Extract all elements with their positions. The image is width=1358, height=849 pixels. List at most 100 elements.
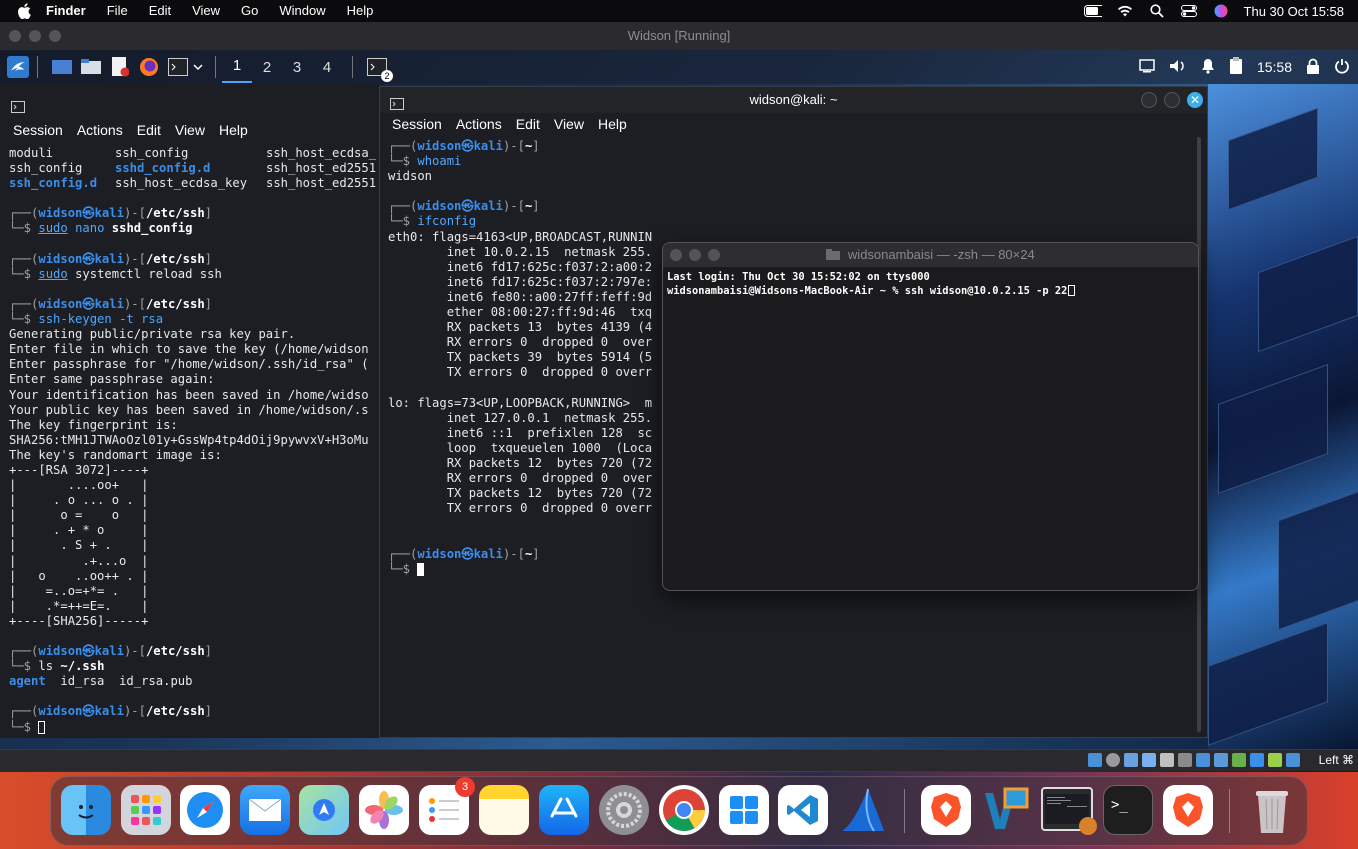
command-line[interactable]: └─$	[9, 720, 376, 735]
screen-icon[interactable]	[1139, 58, 1155, 76]
workspace-4[interactable]: 4	[312, 59, 342, 76]
output-line: TX packets 12 bytes 720 (72	[388, 486, 653, 501]
audio-icon[interactable]	[1124, 753, 1138, 767]
left-terminal-output[interactable]: moduli ssh_config ssh_host_ecdsa_ ssh_conf…	[9, 146, 376, 735]
guest-additions-icon[interactable]	[1250, 753, 1264, 767]
left-terminal-window[interactable]: Session Actions Edit View Help moduli ssh…	[0, 84, 380, 738]
cpu-icon[interactable]	[1232, 753, 1246, 767]
workspace-3[interactable]: 3	[282, 59, 312, 76]
maximize-button[interactable]	[1164, 92, 1180, 108]
firefox-icon[interactable]	[138, 56, 160, 78]
dock-finder-icon[interactable]	[61, 785, 111, 835]
menu-edit[interactable]: Edit	[137, 122, 161, 138]
menu-window[interactable]: Window	[279, 0, 325, 22]
spotlight-search-icon[interactable]	[1148, 4, 1166, 18]
optical-drive-icon[interactable]	[1106, 753, 1120, 767]
dock-virtualbox-icon[interactable]	[981, 785, 1031, 835]
menu-session[interactable]: Session	[13, 122, 63, 138]
battery-icon[interactable]	[1083, 4, 1102, 18]
window-minimize-button[interactable]	[29, 30, 41, 42]
mac-terminal-window[interactable]: widsonambaisi — -zsh — 80×24 Last login:…	[662, 242, 1199, 591]
taskbar-terminal-group[interactable]: 2	[366, 56, 393, 82]
mac-terminal-titlebar: widsonambaisi — -zsh — 80×24	[663, 243, 1198, 267]
chevron-down-icon[interactable]	[191, 56, 205, 78]
menu-actions[interactable]: Actions	[456, 116, 502, 132]
control-center-icon[interactable]	[1180, 4, 1198, 18]
dock-launchpad-icon[interactable]	[121, 785, 171, 835]
kali-menu-icon[interactable]	[7, 56, 29, 78]
dock-mail-icon[interactable]	[240, 785, 290, 835]
close-button[interactable]: ✕	[1187, 92, 1203, 108]
window-close-button[interactable]	[9, 30, 21, 42]
menu-view[interactable]: View	[554, 116, 584, 132]
ssh-command-line[interactable]: widsonambaisi@Widsons-MacBook-Air ~ % ss…	[667, 285, 1194, 299]
menu-view[interactable]: View	[192, 0, 220, 22]
workspace-2[interactable]: 2	[252, 59, 282, 76]
dock-terminal-icon[interactable]: >_	[1103, 785, 1153, 835]
menu-help[interactable]: Help	[598, 116, 627, 132]
clipboard-icon[interactable]	[1229, 56, 1243, 78]
dock-photos-icon[interactable]	[359, 785, 409, 835]
shared-folders-icon[interactable]	[1178, 753, 1192, 767]
output-line: inet6 fd17:625c:f037:2:a00:2	[388, 259, 653, 274]
menu-help[interactable]: Help	[347, 0, 374, 22]
network-icon[interactable]	[1142, 753, 1156, 767]
menu-app-finder[interactable]: Finder	[46, 0, 86, 22]
usb-icon[interactable]	[1160, 753, 1174, 767]
output-line: | ....oo+ |	[9, 478, 149, 493]
terminal-launcher-icon[interactable]	[167, 56, 189, 78]
minimize-button[interactable]	[1141, 92, 1157, 108]
dock-chrome-icon[interactable]	[659, 785, 709, 835]
dock-notes-icon[interactable]	[479, 785, 529, 835]
apple-icon[interactable]	[16, 0, 32, 22]
mouse-integration-icon[interactable]	[1268, 753, 1282, 767]
dock-app-store-icon[interactable]	[539, 785, 589, 835]
power-icon[interactable]	[1334, 58, 1350, 77]
dock-trash-icon[interactable]	[1247, 785, 1297, 835]
dock-safari-icon[interactable]	[180, 785, 230, 835]
menubar-clock[interactable]: Thu 30 Oct 15:58	[1244, 4, 1344, 19]
prompt-line: ┌──(widson㉿kali)-[/etc/ssh]	[9, 644, 212, 659]
window-zoom-button[interactable]	[49, 30, 61, 42]
workspace-1[interactable]: 1	[222, 51, 252, 83]
display-icon[interactable]	[1196, 753, 1210, 767]
dock-brave-beta-icon[interactable]	[1163, 785, 1213, 835]
dock-vscode-icon[interactable]	[778, 785, 828, 835]
mac-terminal-output[interactable]: Last login: Thu Oct 30 15:52:02 on ttys0…	[663, 267, 1198, 302]
window-close-button[interactable]	[670, 249, 682, 261]
dock-reminders-icon[interactable]: 3	[419, 777, 475, 835]
recording-icon[interactable]	[1214, 753, 1228, 767]
siri-icon[interactable]	[1212, 4, 1230, 18]
dock-system-settings-icon[interactable]	[599, 785, 649, 835]
hard-disk-icon[interactable]	[1088, 753, 1102, 767]
wifi-icon[interactable]	[1116, 4, 1134, 18]
show-desktop-icon[interactable]	[51, 56, 73, 78]
menu-actions[interactable]: Actions	[77, 122, 123, 138]
output-line: inet 10.0.2.15 netmask 255.	[388, 244, 653, 259]
dock-windows-app-icon[interactable]	[719, 785, 769, 835]
menu-help[interactable]: Help	[219, 122, 248, 138]
panel-clock[interactable]: 15:58	[1257, 59, 1292, 75]
file-manager-icon[interactable]	[80, 56, 102, 78]
dock-brave-icon[interactable]	[921, 785, 971, 835]
volume-icon[interactable]	[1169, 59, 1187, 76]
command-line[interactable]: └─$	[388, 562, 652, 577]
dock-maps-icon[interactable]	[299, 785, 349, 835]
menu-edit[interactable]: Edit	[149, 0, 171, 22]
window-minimize-button[interactable]	[689, 249, 701, 261]
kali-top-panel: 1 2 3 4 2 15:58	[0, 50, 1358, 84]
dock-wireshark-icon[interactable]	[838, 785, 888, 835]
menu-edit[interactable]: Edit	[516, 116, 540, 132]
dock-vm-preview-icon[interactable]	[1041, 787, 1097, 835]
window-zoom-button[interactable]	[708, 249, 720, 261]
keyboard-capture-icon[interactable]	[1286, 753, 1300, 767]
menu-go[interactable]: Go	[241, 0, 258, 22]
notifications-bell-icon[interactable]	[1201, 58, 1215, 77]
output-line: TX errors 0 dropped 0 overr	[388, 365, 653, 380]
text-editor-icon[interactable]	[109, 56, 131, 78]
main-terminal-output[interactable]: ┌──(widson㉿kali)-[~] └─$ whoami widson ┌…	[388, 139, 652, 577]
menu-file[interactable]: File	[107, 0, 128, 22]
menu-session[interactable]: Session	[392, 116, 442, 132]
lock-icon[interactable]	[1306, 58, 1320, 77]
menu-view[interactable]: View	[175, 122, 205, 138]
